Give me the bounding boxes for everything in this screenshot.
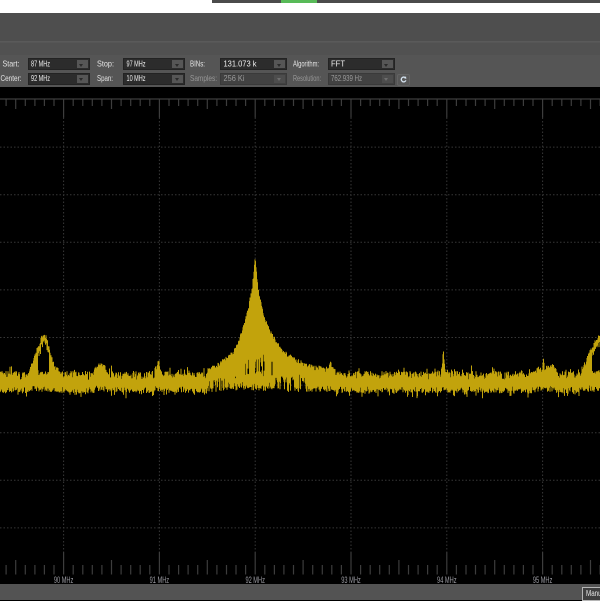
svg-text:92 MHz: 92 MHz <box>31 73 50 83</box>
svg-text:97 MHz: 97 MHz <box>127 59 146 69</box>
svg-text:Stop:: Stop: <box>97 59 114 69</box>
svg-text:Start:: Start: <box>3 59 20 69</box>
svg-text:762.939 Hz: 762.939 Hz <box>331 73 362 83</box>
svg-text:BINs:: BINs: <box>190 59 205 69</box>
svg-text:FFT: FFT <box>331 59 345 69</box>
svg-text:256 Ki: 256 Ki <box>224 73 245 83</box>
svg-text:Samples:: Samples: <box>190 73 217 83</box>
svg-text:Span:: Span: <box>97 73 113 83</box>
svg-text:10 MHz: 10 MHz <box>127 73 146 83</box>
svg-text:131.073 k: 131.073 k <box>224 59 258 69</box>
svg-text:Algorithm:: Algorithm: <box>293 59 319 69</box>
svg-text:Resolution:: Resolution: <box>293 73 321 83</box>
svg-text:Center:: Center: <box>1 73 22 83</box>
svg-text:87 MHz: 87 MHz <box>31 59 50 69</box>
